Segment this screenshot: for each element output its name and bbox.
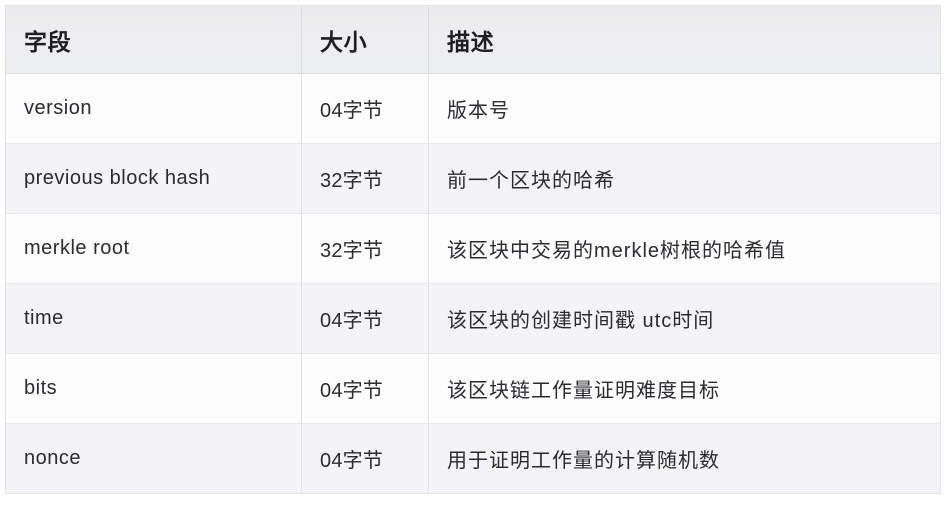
cell-desc: 该区块中交易的merkle树根的哈希值 <box>428 213 941 284</box>
block-header-fields-table: 字段 大小 描述 version 04字节 版本号 previous block… <box>5 5 941 494</box>
cell-desc: 该区块链工作量证明难度目标 <box>428 353 941 424</box>
cell-field: time <box>5 283 302 354</box>
table-header: 字段 大小 描述 <box>5 5 941 74</box>
cell-field: bits <box>5 353 302 424</box>
cell-field: nonce <box>5 423 302 494</box>
table-header-row: 字段 大小 描述 <box>5 5 941 74</box>
cell-field: previous block hash <box>5 143 302 214</box>
cell-size: 32字节 <box>301 143 429 214</box>
table-body: version 04字节 版本号 previous block hash 32字… <box>5 73 941 494</box>
cell-field: version <box>5 73 302 144</box>
cell-desc: 用于证明工作量的计算随机数 <box>447 450 720 472</box>
cell-desc: 该区块的创建时间戳 utc时间 <box>428 283 941 354</box>
table-row: merkle root 32字节 该区块中交易的merkle树根的哈希值 <box>5 213 941 284</box>
column-header-desc: 描述 <box>428 5 941 74</box>
cell-desc: 前一个区块的哈希 <box>428 143 941 214</box>
cell-size: 04字节 <box>301 353 429 424</box>
table-row: bits 04字节 该区块链工作量证明难度目标 <box>5 353 941 424</box>
table-row: previous block hash 32字节 前一个区块的哈希 <box>5 143 941 214</box>
table-row: nonce 04字节 用于证明工作量的计算随机数 <box>5 423 941 494</box>
table-row: version 04字节 版本号 <box>5 73 941 144</box>
cell-field: merkle root <box>5 213 302 284</box>
cell-size: 04字节 <box>301 423 429 494</box>
cell-size: 04字节 <box>301 73 429 144</box>
cell-size: 32字节 <box>301 213 429 284</box>
cell-size: 04字节 <box>301 283 429 354</box>
column-header-field: 字段 <box>5 5 302 74</box>
column-header-size: 大小 <box>301 5 429 74</box>
table-row: time 04字节 该区块的创建时间戳 utc时间 <box>5 283 941 354</box>
page-root: 字段 大小 描述 version 04字节 版本号 previous block… <box>0 0 948 508</box>
cell-desc: 版本号 <box>428 73 941 144</box>
